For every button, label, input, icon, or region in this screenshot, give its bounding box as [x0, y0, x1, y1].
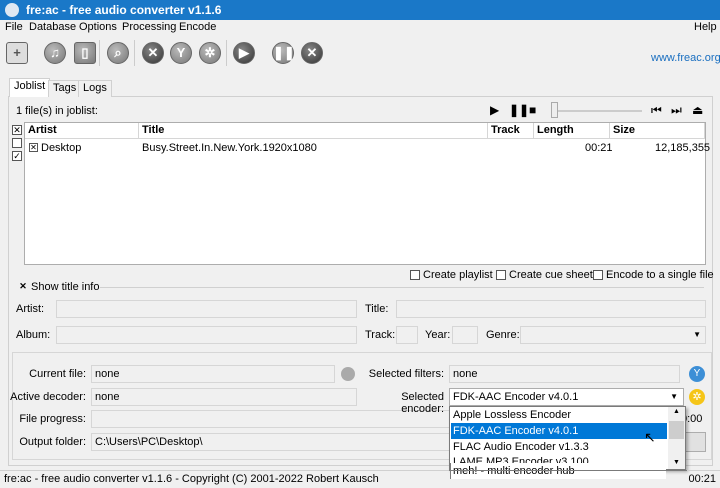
website-link[interactable]: www.freac.org: [651, 52, 720, 64]
show-title-info-checkbox[interactable]: ✕: [18, 282, 28, 292]
album-field[interactable]: [56, 326, 357, 344]
filter-icon[interactable]: Y: [170, 42, 192, 64]
menu-encode[interactable]: Encode: [179, 21, 216, 33]
create-playlist-label: Create playlist: [423, 269, 493, 281]
status-bar: fre:ac - free audio converter v1.1.6 - C…: [0, 470, 720, 488]
encoder-dropdown-list: Apple Lossless Encoder FDK-AAC Encoder v…: [449, 406, 686, 470]
app-logo-icon: [5, 3, 19, 17]
tab-joblist[interactable]: Joblist: [9, 78, 51, 97]
menu-processing[interactable]: Processing: [122, 21, 176, 33]
seek-handle[interactable]: [551, 102, 558, 118]
encoder-config-icon[interactable]: ✲: [689, 389, 705, 405]
toggle-selection-checkbox[interactable]: ✓: [12, 151, 22, 161]
file-progress-label: File progress:: [19, 413, 86, 425]
joblist-count: 1 file(s) in joblist:: [16, 105, 98, 117]
current-file-field: none: [91, 365, 335, 383]
scrollbar-thumb[interactable]: [669, 421, 684, 439]
scroll-down-icon[interactable]: ▼: [673, 459, 680, 466]
encoder-option[interactable]: FLAC Audio Encoder v1.3.3: [451, 439, 667, 455]
title-bar: fre:ac - free audio converter v1.1.6: [0, 0, 720, 20]
cell-length: 00:21: [585, 142, 613, 154]
selected-filters-field: none: [449, 365, 680, 383]
add-audio-cd-icon[interactable]: ♫: [44, 42, 66, 64]
stop-player-icon[interactable]: ■: [529, 104, 536, 116]
play-icon[interactable]: ▶: [490, 104, 499, 116]
column-size[interactable]: Size: [610, 123, 705, 139]
show-title-info-label: Show title info: [31, 281, 100, 293]
artist-field[interactable]: [56, 300, 357, 318]
cell-title: Busy.Street.In.New.York.1920x1080: [142, 142, 317, 154]
filter-config-icon[interactable]: Y: [689, 366, 705, 382]
track-label: Track:: [365, 329, 396, 341]
mouse-cursor-icon: ↖: [644, 429, 656, 445]
track-field[interactable]: [396, 326, 418, 344]
encoder-option-selected[interactable]: FDK-AAC Encoder v4.0.1: [451, 423, 667, 439]
pause-icon[interactable]: ❚❚: [272, 42, 295, 64]
cell-artist: Desktop: [41, 142, 82, 154]
status-time: 00:21: [688, 473, 716, 485]
chevron-down-icon: ▼: [670, 392, 678, 401]
genre-label: Genre:: [486, 329, 520, 341]
stop-icon[interactable]: ✕: [301, 42, 323, 64]
year-field[interactable]: [452, 326, 478, 344]
active-decoder-field: none: [91, 388, 357, 406]
tab-tags[interactable]: Tags: [48, 80, 82, 97]
select-all-checkbox[interactable]: ✕: [12, 125, 22, 135]
window-title: fre:ac - free audio converter v1.1.6: [26, 3, 222, 17]
next-track-icon[interactable]: ⏭: [671, 104, 682, 116]
selected-encoder-label: Selected encoder:: [401, 391, 444, 415]
status-text: fre:ac - free audio converter v1.1.6 - C…: [4, 473, 379, 485]
pause-player-icon[interactable]: ❚❚: [509, 104, 529, 116]
chevron-down-icon: ▼: [693, 330, 701, 339]
album-label: Album:: [16, 329, 51, 341]
column-track[interactable]: Track: [488, 123, 534, 139]
add-files-icon[interactable]: +: [6, 42, 28, 64]
cddb-query-icon[interactable]: ⌕: [107, 42, 129, 64]
active-decoder-label: Active decoder:: [10, 391, 86, 403]
encoder-select[interactable]: FDK-AAC Encoder v4.0.1 ▼: [449, 388, 684, 406]
seek-slider[interactable]: [556, 110, 642, 112]
table-row[interactable]: ✕ Desktop Busy.Street.In.New.York.1920x1…: [25, 140, 710, 156]
tab-logs[interactable]: Logs: [78, 80, 112, 97]
title-field[interactable]: [396, 300, 706, 318]
dropdown-scrollbar[interactable]: ▲ ▼: [668, 407, 685, 469]
current-file-label: Current file:: [29, 368, 86, 380]
joblist-table: Artist Title Track Length Size ✕ Desktop…: [24, 122, 710, 265]
encode-single-file-checkbox[interactable]: [593, 270, 603, 280]
create-cue-sheet-checkbox[interactable]: [496, 270, 506, 280]
output-folder-label: Output folder:: [19, 436, 86, 448]
create-cue-sheet-label: Create cue sheet: [509, 269, 593, 281]
artist-label: Artist:: [16, 303, 45, 315]
previous-track-icon[interactable]: ⏮: [651, 104, 662, 116]
cell-size: 12,185,355: [655, 142, 711, 154]
column-artist[interactable]: Artist: [25, 123, 139, 139]
menu-file[interactable]: File: [5, 21, 23, 33]
start-encoding-icon[interactable]: ▶: [233, 42, 255, 64]
encoder-select-value: FDK-AAC Encoder v4.0.1: [453, 391, 579, 403]
title-label: Title:: [365, 303, 389, 315]
menu-database[interactable]: Database: [29, 21, 76, 33]
encode-single-file-label: Encode to a single file: [606, 269, 714, 281]
year-label: Year:: [425, 329, 451, 341]
encoder-settings-icon[interactable]: ✲: [199, 42, 221, 64]
select-none-checkbox[interactable]: [12, 138, 22, 148]
scroll-up-icon[interactable]: ▲: [673, 408, 680, 415]
column-length[interactable]: Length: [534, 123, 610, 139]
menu-options[interactable]: Options: [79, 21, 117, 33]
chameleon-icon: [341, 367, 355, 381]
encoder-option[interactable]: Apple Lossless Encoder: [451, 407, 667, 423]
column-title[interactable]: Title: [139, 123, 488, 139]
create-playlist-checkbox[interactable]: [410, 270, 420, 280]
configure-icon[interactable]: ✕: [142, 42, 164, 64]
menu-help[interactable]: Help: [694, 21, 717, 33]
row-checkbox[interactable]: ✕: [29, 143, 38, 152]
genre-select[interactable]: ▼: [520, 326, 706, 344]
eject-icon[interactable]: ⏏: [692, 104, 703, 116]
selected-filters-label: Selected filters:: [368, 368, 444, 380]
remove-files-icon[interactable]: ▯: [74, 42, 96, 64]
